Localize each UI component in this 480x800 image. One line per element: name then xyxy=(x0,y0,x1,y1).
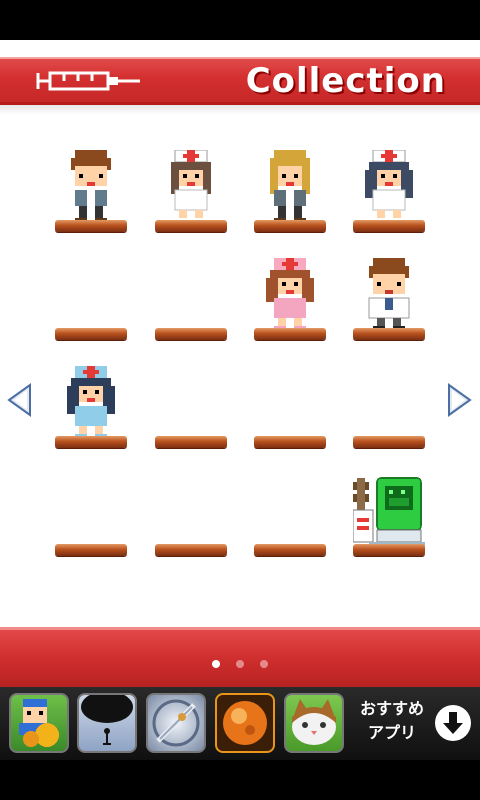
ad-app-4[interactable] xyxy=(215,693,275,753)
recommended-label-line1: おすすめ xyxy=(359,699,424,718)
collection-slot-11[interactable] xyxy=(254,336,326,448)
nurse-brown-hair-sprite xyxy=(171,150,211,222)
collection-slot-8[interactable] xyxy=(353,228,425,340)
collection-slot-10[interactable] xyxy=(155,336,227,448)
pedestal xyxy=(55,544,127,556)
collection-slot-1[interactable] xyxy=(55,120,127,232)
silver-blade-app-icon xyxy=(152,699,200,747)
brown-hair-boy-sprite xyxy=(71,150,111,222)
arrow-right-icon[interactable] xyxy=(447,382,473,418)
page-dot-2[interactable] xyxy=(236,660,244,668)
green-monster-machine-sprite xyxy=(353,477,425,546)
ad-app-1[interactable] xyxy=(9,693,69,753)
cat-face-app-icon xyxy=(292,699,336,745)
collection-slot-6[interactable] xyxy=(155,228,227,340)
recommended-apps-bar: おすすめ アプリ xyxy=(0,687,480,760)
pedestal xyxy=(155,544,227,556)
collection-slot-15[interactable] xyxy=(254,444,326,556)
dark-bowl-app-icon xyxy=(81,695,133,745)
blue-nurse-sprite xyxy=(67,366,115,438)
syringe-icon xyxy=(36,71,140,91)
footer-bar xyxy=(0,627,480,687)
collection-slot-3[interactable] xyxy=(254,120,326,232)
collection-slot-12[interactable] xyxy=(353,336,425,448)
collection-slot-14[interactable] xyxy=(155,444,227,556)
ad-app-2[interactable] xyxy=(77,693,137,753)
collection-header: Collection xyxy=(0,57,480,105)
download-icon[interactable] xyxy=(434,704,472,742)
header-shadow xyxy=(0,105,480,115)
collection-slot-9[interactable] xyxy=(55,336,127,448)
page-title: Collection xyxy=(245,61,446,101)
page-dot-1[interactable] xyxy=(212,660,220,668)
collection-slot-13[interactable] xyxy=(55,444,127,556)
page-dot-3[interactable] xyxy=(260,660,268,668)
collection-slot-4[interactable] xyxy=(353,120,425,232)
ad-app-3[interactable] xyxy=(146,693,206,753)
orange-orb-app-icon xyxy=(223,701,267,745)
collection-slot-7[interactable] xyxy=(254,228,326,340)
collection-slot-5[interactable] xyxy=(55,228,127,340)
collection-slot-2[interactable] xyxy=(155,120,227,232)
page-indicator xyxy=(0,660,480,668)
recommended-apps-label[interactable]: おすすめ アプリ xyxy=(352,697,432,745)
recommended-label-line2: アプリ xyxy=(367,723,416,742)
pedestal xyxy=(254,544,326,556)
blue-knight-app-icon xyxy=(19,699,59,747)
blonde-girl-sprite xyxy=(270,150,310,222)
doctor-brown-hair-sprite xyxy=(368,258,410,330)
collection-slot-16[interactable] xyxy=(353,444,425,556)
pink-nurse-sprite xyxy=(266,258,314,330)
ad-app-5[interactable] xyxy=(284,693,344,753)
arrow-left-icon[interactable] xyxy=(6,382,32,418)
status-bar xyxy=(0,0,480,40)
bottom-spacer xyxy=(0,760,480,800)
nurse-dark-hair-sprite xyxy=(365,150,413,222)
pedestal xyxy=(353,544,425,556)
